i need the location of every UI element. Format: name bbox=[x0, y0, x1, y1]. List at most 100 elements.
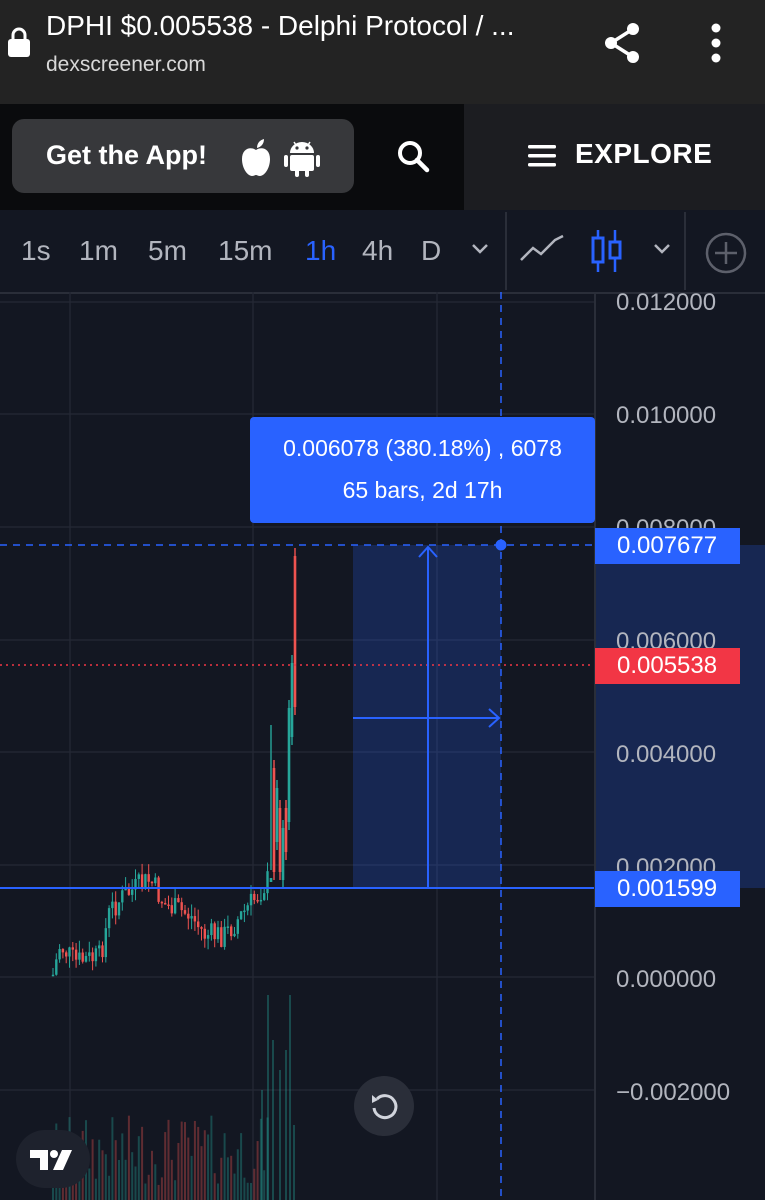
measure-change-text: 0.006078 (380.18%) , 6078 bbox=[283, 435, 562, 461]
volume-bar bbox=[233, 1173, 236, 1200]
more-vert-icon[interactable] bbox=[703, 22, 729, 64]
volume-bar bbox=[144, 1183, 147, 1200]
candlesticks bbox=[51, 548, 297, 977]
share-icon[interactable] bbox=[600, 20, 646, 66]
candle-body bbox=[287, 708, 291, 822]
line-chart-icon[interactable] bbox=[519, 232, 565, 266]
volume-bars bbox=[52, 995, 295, 1200]
volume-bar bbox=[226, 1157, 229, 1200]
volume-bar bbox=[91, 1139, 94, 1200]
candle-body bbox=[81, 952, 84, 962]
candle-body bbox=[246, 905, 249, 911]
android-icon bbox=[284, 141, 320, 177]
plus-circle-icon[interactable] bbox=[704, 231, 748, 275]
candle-body bbox=[91, 952, 94, 962]
candle-body bbox=[203, 928, 206, 939]
candle-body bbox=[210, 923, 213, 936]
timeframe-1s[interactable]: 1s bbox=[21, 235, 51, 267]
volume-bar bbox=[151, 1150, 153, 1200]
candle-body bbox=[121, 890, 124, 903]
candle-body bbox=[259, 899, 263, 902]
candle-body bbox=[220, 927, 223, 947]
candle-body bbox=[51, 974, 55, 977]
reset-chart-button[interactable] bbox=[354, 1076, 414, 1136]
page-title: DPHI $0.005538 - Delphi Protocol / ... bbox=[46, 10, 515, 41]
candle-body bbox=[94, 948, 98, 962]
candle-body bbox=[193, 916, 197, 922]
price-axis-label: −0.002000 bbox=[616, 1079, 731, 1106]
candle-body bbox=[290, 663, 294, 737]
candle-body bbox=[88, 952, 91, 956]
volume-bar bbox=[220, 1157, 223, 1200]
candle-body bbox=[256, 899, 259, 902]
candle-body bbox=[249, 893, 253, 906]
candle-body bbox=[167, 904, 170, 907]
candle-body bbox=[137, 874, 140, 879]
current-price-tag: 0.005538 bbox=[595, 648, 740, 684]
volume-bar bbox=[174, 1180, 177, 1200]
volume-bar bbox=[108, 1175, 111, 1200]
volume-bar bbox=[261, 1090, 263, 1200]
timeframe-5m[interactable]: 5m bbox=[148, 235, 187, 267]
candle-body bbox=[281, 828, 285, 880]
candle-body bbox=[117, 902, 121, 916]
price-axis-label: 0.004000 bbox=[616, 741, 717, 768]
search-icon[interactable] bbox=[396, 139, 430, 173]
volume-bar bbox=[177, 1142, 180, 1200]
timeframe-1m[interactable]: 1m bbox=[79, 235, 118, 267]
candle-body bbox=[74, 949, 78, 960]
candle-body bbox=[144, 874, 147, 889]
chevron-down-icon[interactable] bbox=[652, 241, 672, 257]
candle-body bbox=[272, 768, 276, 872]
candle-body bbox=[236, 919, 239, 934]
timeframe-15m[interactable]: 15m bbox=[218, 235, 272, 267]
volume-bar bbox=[88, 1168, 91, 1200]
volume-bar bbox=[207, 1134, 210, 1200]
volume-bar bbox=[272, 1040, 274, 1200]
candle-body bbox=[284, 808, 288, 852]
volume-bar bbox=[190, 1155, 193, 1200]
price-axis-label: 0.012000 bbox=[616, 289, 717, 316]
volume-bar bbox=[114, 1140, 117, 1200]
candles-icon[interactable] bbox=[589, 228, 625, 274]
candle-body bbox=[197, 921, 200, 928]
volume-bar bbox=[118, 1159, 120, 1200]
candle-body bbox=[61, 949, 65, 953]
volume-bar bbox=[285, 1050, 287, 1200]
lock-icon bbox=[8, 27, 30, 57]
volume-bar bbox=[98, 1139, 101, 1200]
timeframe-d[interactable]: D bbox=[421, 235, 441, 267]
timeframe-1h[interactable]: 1h bbox=[305, 235, 336, 267]
candle-body bbox=[230, 926, 233, 937]
candle-body bbox=[147, 874, 150, 882]
chevron-down-icon[interactable] bbox=[470, 241, 490, 257]
volume-bar bbox=[180, 1121, 183, 1200]
measure-duration-text: 65 bars, 2d 17h bbox=[342, 477, 503, 503]
page-url[interactable]: dexscreener.com bbox=[46, 53, 206, 77]
measure-top-price-tag: 0.007677 bbox=[595, 528, 740, 564]
volume-bar bbox=[253, 1168, 256, 1200]
candle-body bbox=[65, 952, 68, 957]
candle-body bbox=[200, 927, 203, 929]
candle-body bbox=[263, 893, 266, 900]
candle-body bbox=[150, 881, 154, 884]
apple-icon bbox=[242, 139, 270, 176]
volume-bar bbox=[223, 1133, 226, 1200]
candle-body bbox=[140, 874, 144, 889]
volume-bar bbox=[243, 1177, 246, 1200]
price-axis-label: 0.010000 bbox=[616, 402, 717, 429]
timeframe-4h[interactable]: 4h bbox=[362, 235, 393, 267]
candle-body bbox=[177, 898, 180, 903]
measure-bottom-price-tag: 0.001599 bbox=[595, 871, 740, 907]
volume-bar bbox=[187, 1137, 190, 1200]
volume-bar bbox=[210, 1115, 213, 1200]
volume-bar bbox=[134, 1166, 137, 1200]
volume-bar bbox=[213, 1173, 216, 1200]
tradingview-logo[interactable] bbox=[16, 1130, 90, 1188]
candle-body bbox=[239, 911, 243, 920]
candle-body bbox=[71, 947, 74, 950]
candle-body bbox=[216, 927, 220, 940]
volume-bar bbox=[104, 1154, 107, 1200]
crosshair-dot bbox=[495, 539, 507, 551]
volume-bar bbox=[167, 1119, 170, 1200]
